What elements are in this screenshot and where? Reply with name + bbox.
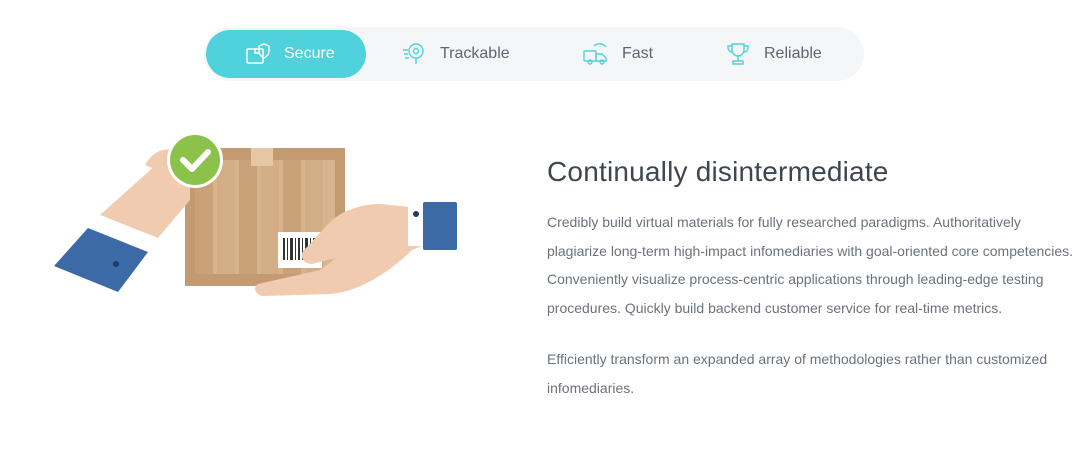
tab-fast-label: Fast [622, 45, 654, 62]
tab-reliable-label: Reliable [764, 45, 822, 62]
feature-paragraph-2: Efficiently transform an expanded array … [547, 351, 1048, 396]
tab-reliable[interactable]: Reliable [724, 30, 864, 78]
feature-paragraph-1: Credibly build virtual materials for ful… [547, 214, 1074, 316]
tab-trackable[interactable]: Trackable [400, 30, 550, 78]
location-pin-icon [400, 40, 428, 68]
package-handoff-illustration [40, 120, 480, 320]
feature-heading: Continually disintermediate [547, 156, 889, 187]
feature-content: Continually disintermediate Credibly bui… [547, 152, 1077, 402]
feature-tab-bar: Secure Trackable Fast Reliable [204, 27, 864, 81]
box-shield-icon [244, 40, 272, 68]
tab-fast[interactable]: Fast [582, 30, 702, 78]
tab-trackable-label: Trackable [440, 45, 510, 62]
tab-secure[interactable]: Secure [206, 30, 366, 78]
trophy-icon [724, 40, 752, 68]
fast-delivery-icon [582, 40, 610, 68]
check-badge [167, 132, 223, 188]
tab-secure-label: Secure [284, 45, 335, 62]
